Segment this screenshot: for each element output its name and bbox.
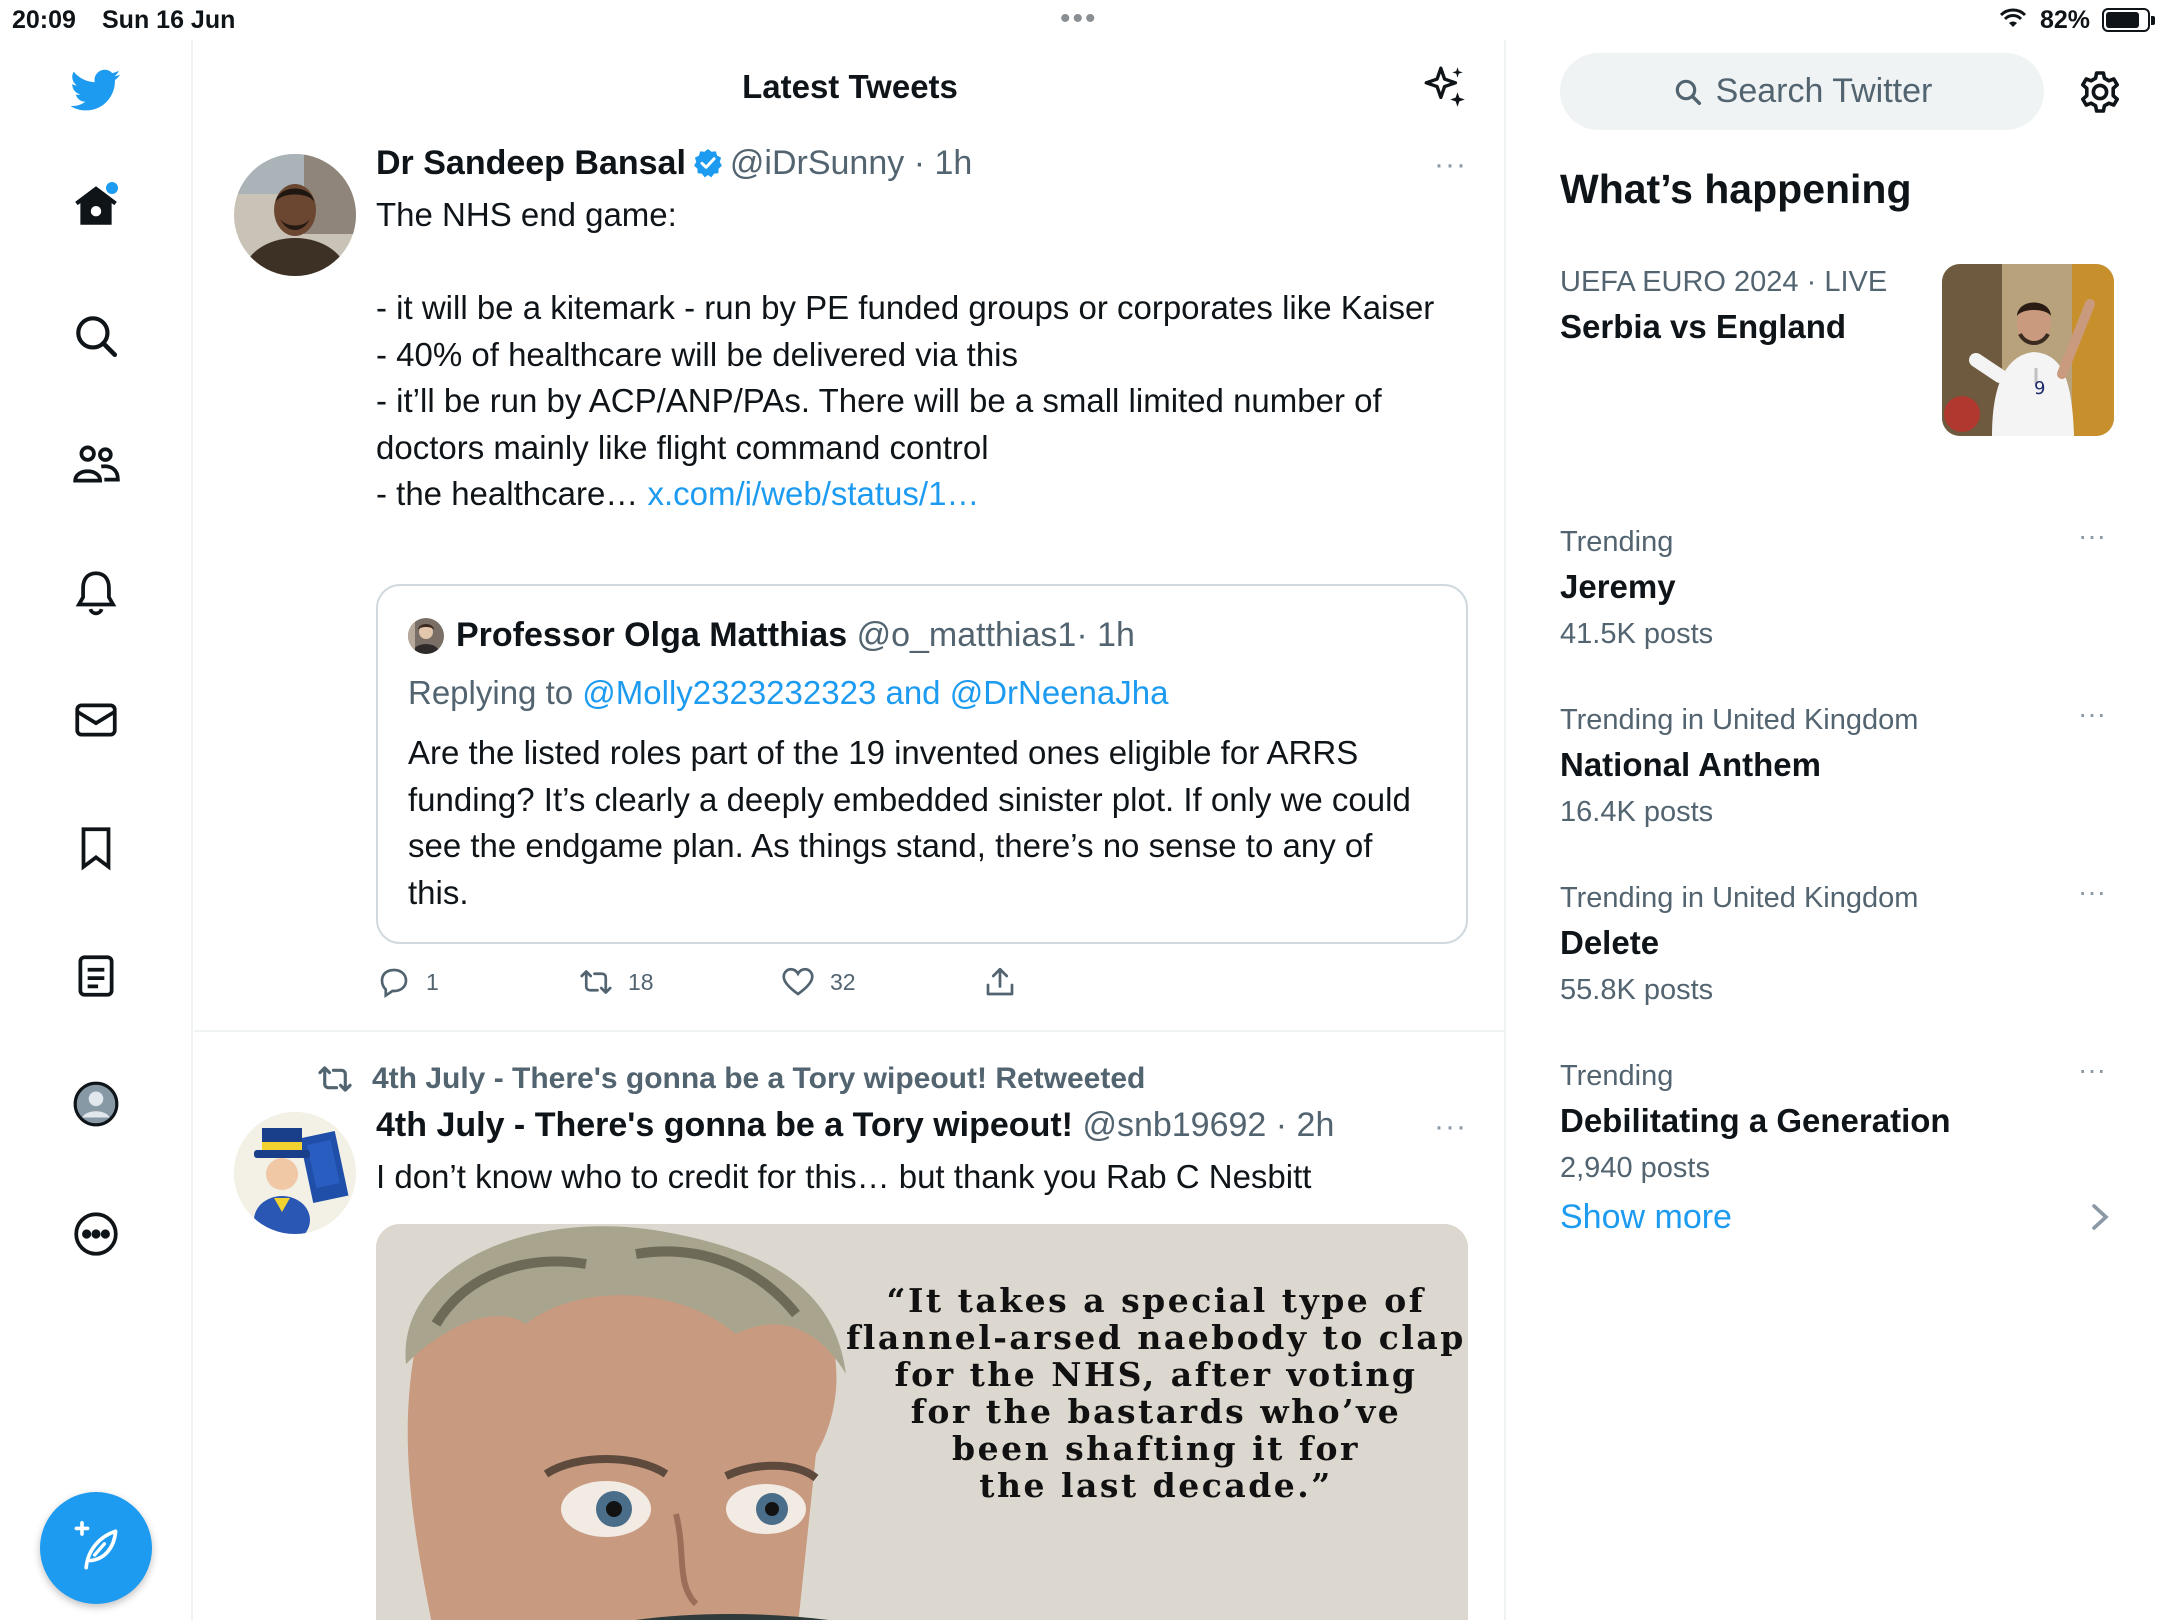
trend-title: Debilitating a Generation xyxy=(1560,1102,1951,1139)
trend-title: Delete xyxy=(1560,924,1660,961)
trend-more-button[interactable]: ··· xyxy=(2078,876,2106,908)
search-icon[interactable] xyxy=(68,308,124,364)
tweet-header: Dr Sandeep Bansal @iDrSunny · 1h xyxy=(376,144,972,183)
heart-icon xyxy=(782,967,814,996)
svg-text:9: 9 xyxy=(2034,378,2045,399)
show-more-link[interactable]: Show more xyxy=(1560,1198,1732,1237)
trend-title: Jeremy xyxy=(1560,568,1676,605)
profile-icon[interactable] xyxy=(68,1076,124,1132)
sparkle-icon[interactable] xyxy=(1420,62,1470,112)
battery-percentage: 82% xyxy=(2040,6,2091,34)
author-handle[interactable]: @iDrSunny xyxy=(730,144,904,182)
search-placeholder: Search Twitter xyxy=(1715,72,1933,110)
quote-author-handle[interactable]: @o_matthias1 xyxy=(857,616,1077,654)
trend-count: 41.5K posts xyxy=(1560,618,1714,650)
search-icon xyxy=(1675,79,1701,105)
quote-author-name[interactable]: Professor Olga Matthias xyxy=(456,616,847,654)
reply-count: 1 xyxy=(426,968,439,995)
replying-to: Replying to @Molly2323232323 and @DrNeen… xyxy=(408,674,1168,712)
search-input[interactable]: Search Twitter xyxy=(1560,53,2044,130)
trend-more-button[interactable]: ··· xyxy=(2078,520,2106,552)
like-count: 32 xyxy=(830,968,856,995)
trend-title: Serbia vs England xyxy=(1560,308,1847,345)
trend-label: Trending in United Kingdom xyxy=(1560,882,1919,914)
tweet-link[interactable]: x.com/i/web/status/1… xyxy=(647,475,979,512)
verified-badge-icon xyxy=(694,149,722,178)
trend-more-button[interactable]: ··· xyxy=(2078,698,2106,730)
status-time: 20:09 xyxy=(12,6,76,34)
communities-icon[interactable] xyxy=(68,436,124,492)
tweet-time[interactable]: · 1h xyxy=(914,144,973,182)
quote-time: · 1h xyxy=(1076,616,1135,654)
image-caption-text: “It takes a special type of flannel-arse… xyxy=(846,1281,1466,1505)
author-handle[interactable]: @snb19692 xyxy=(1082,1106,1266,1144)
status-bar: 20:09 Sun 16 Jun ••• 82% xyxy=(0,0,2160,40)
timeline-title: Latest Tweets xyxy=(742,68,958,105)
trend-label: Trending xyxy=(1560,1060,1674,1092)
share-button[interactable] xyxy=(982,964,1018,1000)
quote-text: Are the listed roles part of the 19 inve… xyxy=(408,734,1411,911)
retweet-button[interactable]: 18 xyxy=(578,964,654,1000)
battery-fill xyxy=(2106,12,2139,28)
trend-count: 55.8K posts xyxy=(1560,974,1714,1006)
trend-count: 16.4K posts xyxy=(1560,796,1714,828)
twitter-logo-icon[interactable] xyxy=(68,62,124,118)
avatar[interactable] xyxy=(234,1112,356,1234)
like-button[interactable]: 32 xyxy=(780,964,856,1000)
home-icon[interactable] xyxy=(68,178,124,234)
home-notification-dot xyxy=(106,182,118,194)
tweet-divider xyxy=(194,1030,1504,1032)
trend-count: 2,940 posts xyxy=(1560,1152,1710,1184)
tweet-more-button[interactable]: ··· xyxy=(1434,148,1467,182)
tweet-image[interactable]: “It takes a special type of flannel-arse… xyxy=(376,1224,1468,1620)
status-date: Sun 16 Jun xyxy=(102,6,236,34)
author-name[interactable]: Dr Sandeep Bansal xyxy=(376,144,686,182)
trend-label: Trending xyxy=(1560,526,1674,558)
trend-title: National Anthem xyxy=(1560,746,1821,783)
tweet-text: I don’t know who to credit for this… but… xyxy=(376,1158,1312,1195)
right-sidebar: Search Twitter What’s happening UEFA EUR… xyxy=(1508,40,2160,1620)
battery-icon xyxy=(2102,8,2155,32)
replying-to-link[interactable]: @Molly2323232323 and @DrNeenaJha xyxy=(582,674,1168,711)
gear-icon[interactable] xyxy=(2076,68,2124,116)
bell-icon[interactable] xyxy=(68,564,124,620)
quote-avatar[interactable] xyxy=(408,618,444,654)
retweeted-by-text: 4th July - There's gonna be a Tory wipeo… xyxy=(372,1062,1146,1095)
more-icon[interactable] xyxy=(68,1206,124,1262)
reply-icon xyxy=(380,968,408,999)
retweet-count: 18 xyxy=(628,968,654,995)
chevron-right-icon[interactable] xyxy=(2088,1202,2114,1232)
timeline: Latest Tweets Dr Sandeep Bansal @iDrSunny… xyxy=(194,40,1506,1620)
mail-icon[interactable] xyxy=(68,692,124,748)
trend-label: Trending in United Kingdom xyxy=(1560,704,1919,736)
replying-prefix: Replying to xyxy=(408,674,583,711)
trend-more-button[interactable]: ··· xyxy=(2078,1054,2106,1086)
tweet-more-button[interactable]: ··· xyxy=(1434,1110,1467,1144)
retweeted-by[interactable]: 4th July - There's gonna be a Tory wipeo… xyxy=(316,1060,1145,1098)
compose-tweet-button[interactable] xyxy=(40,1492,152,1604)
left-nav xyxy=(0,40,193,1620)
retweet-icon xyxy=(580,970,612,994)
trend-image[interactable]: 9 xyxy=(1942,264,2114,436)
lists-icon[interactable] xyxy=(68,948,124,1004)
feather-plus-icon xyxy=(74,1520,118,1570)
bookmark-icon[interactable] xyxy=(68,820,124,876)
multitasking-dots[interactable]: ••• xyxy=(1060,2,1098,36)
tweet-header: 4th July - There's gonna be a Tory wipeo… xyxy=(376,1106,1334,1145)
trend-label: UEFA EURO 2024 · LIVE xyxy=(1560,266,1888,298)
tweet-body: The NHS end game: - it will be a kitemar… xyxy=(376,196,1435,512)
retweet-icon xyxy=(318,1066,352,1092)
quote-header: Professor Olga Matthias @o_matthias1· 1h xyxy=(456,616,1135,655)
tweet-time[interactable]: · 2h xyxy=(1276,1106,1335,1144)
wifi-icon xyxy=(1999,8,2027,27)
share-icon xyxy=(986,967,1014,996)
whats-happening-heading: What’s happening xyxy=(1560,166,1912,212)
avatar[interactable] xyxy=(234,154,356,276)
author-name[interactable]: 4th July - There's gonna be a Tory wipeo… xyxy=(376,1106,1073,1144)
quoted-tweet[interactable]: Professor Olga Matthias @o_matthias1· 1h… xyxy=(376,584,1468,944)
reply-button[interactable]: 1 xyxy=(376,964,439,1000)
tweet-text: The NHS end game: - it will be a kitemar… xyxy=(376,192,1456,518)
